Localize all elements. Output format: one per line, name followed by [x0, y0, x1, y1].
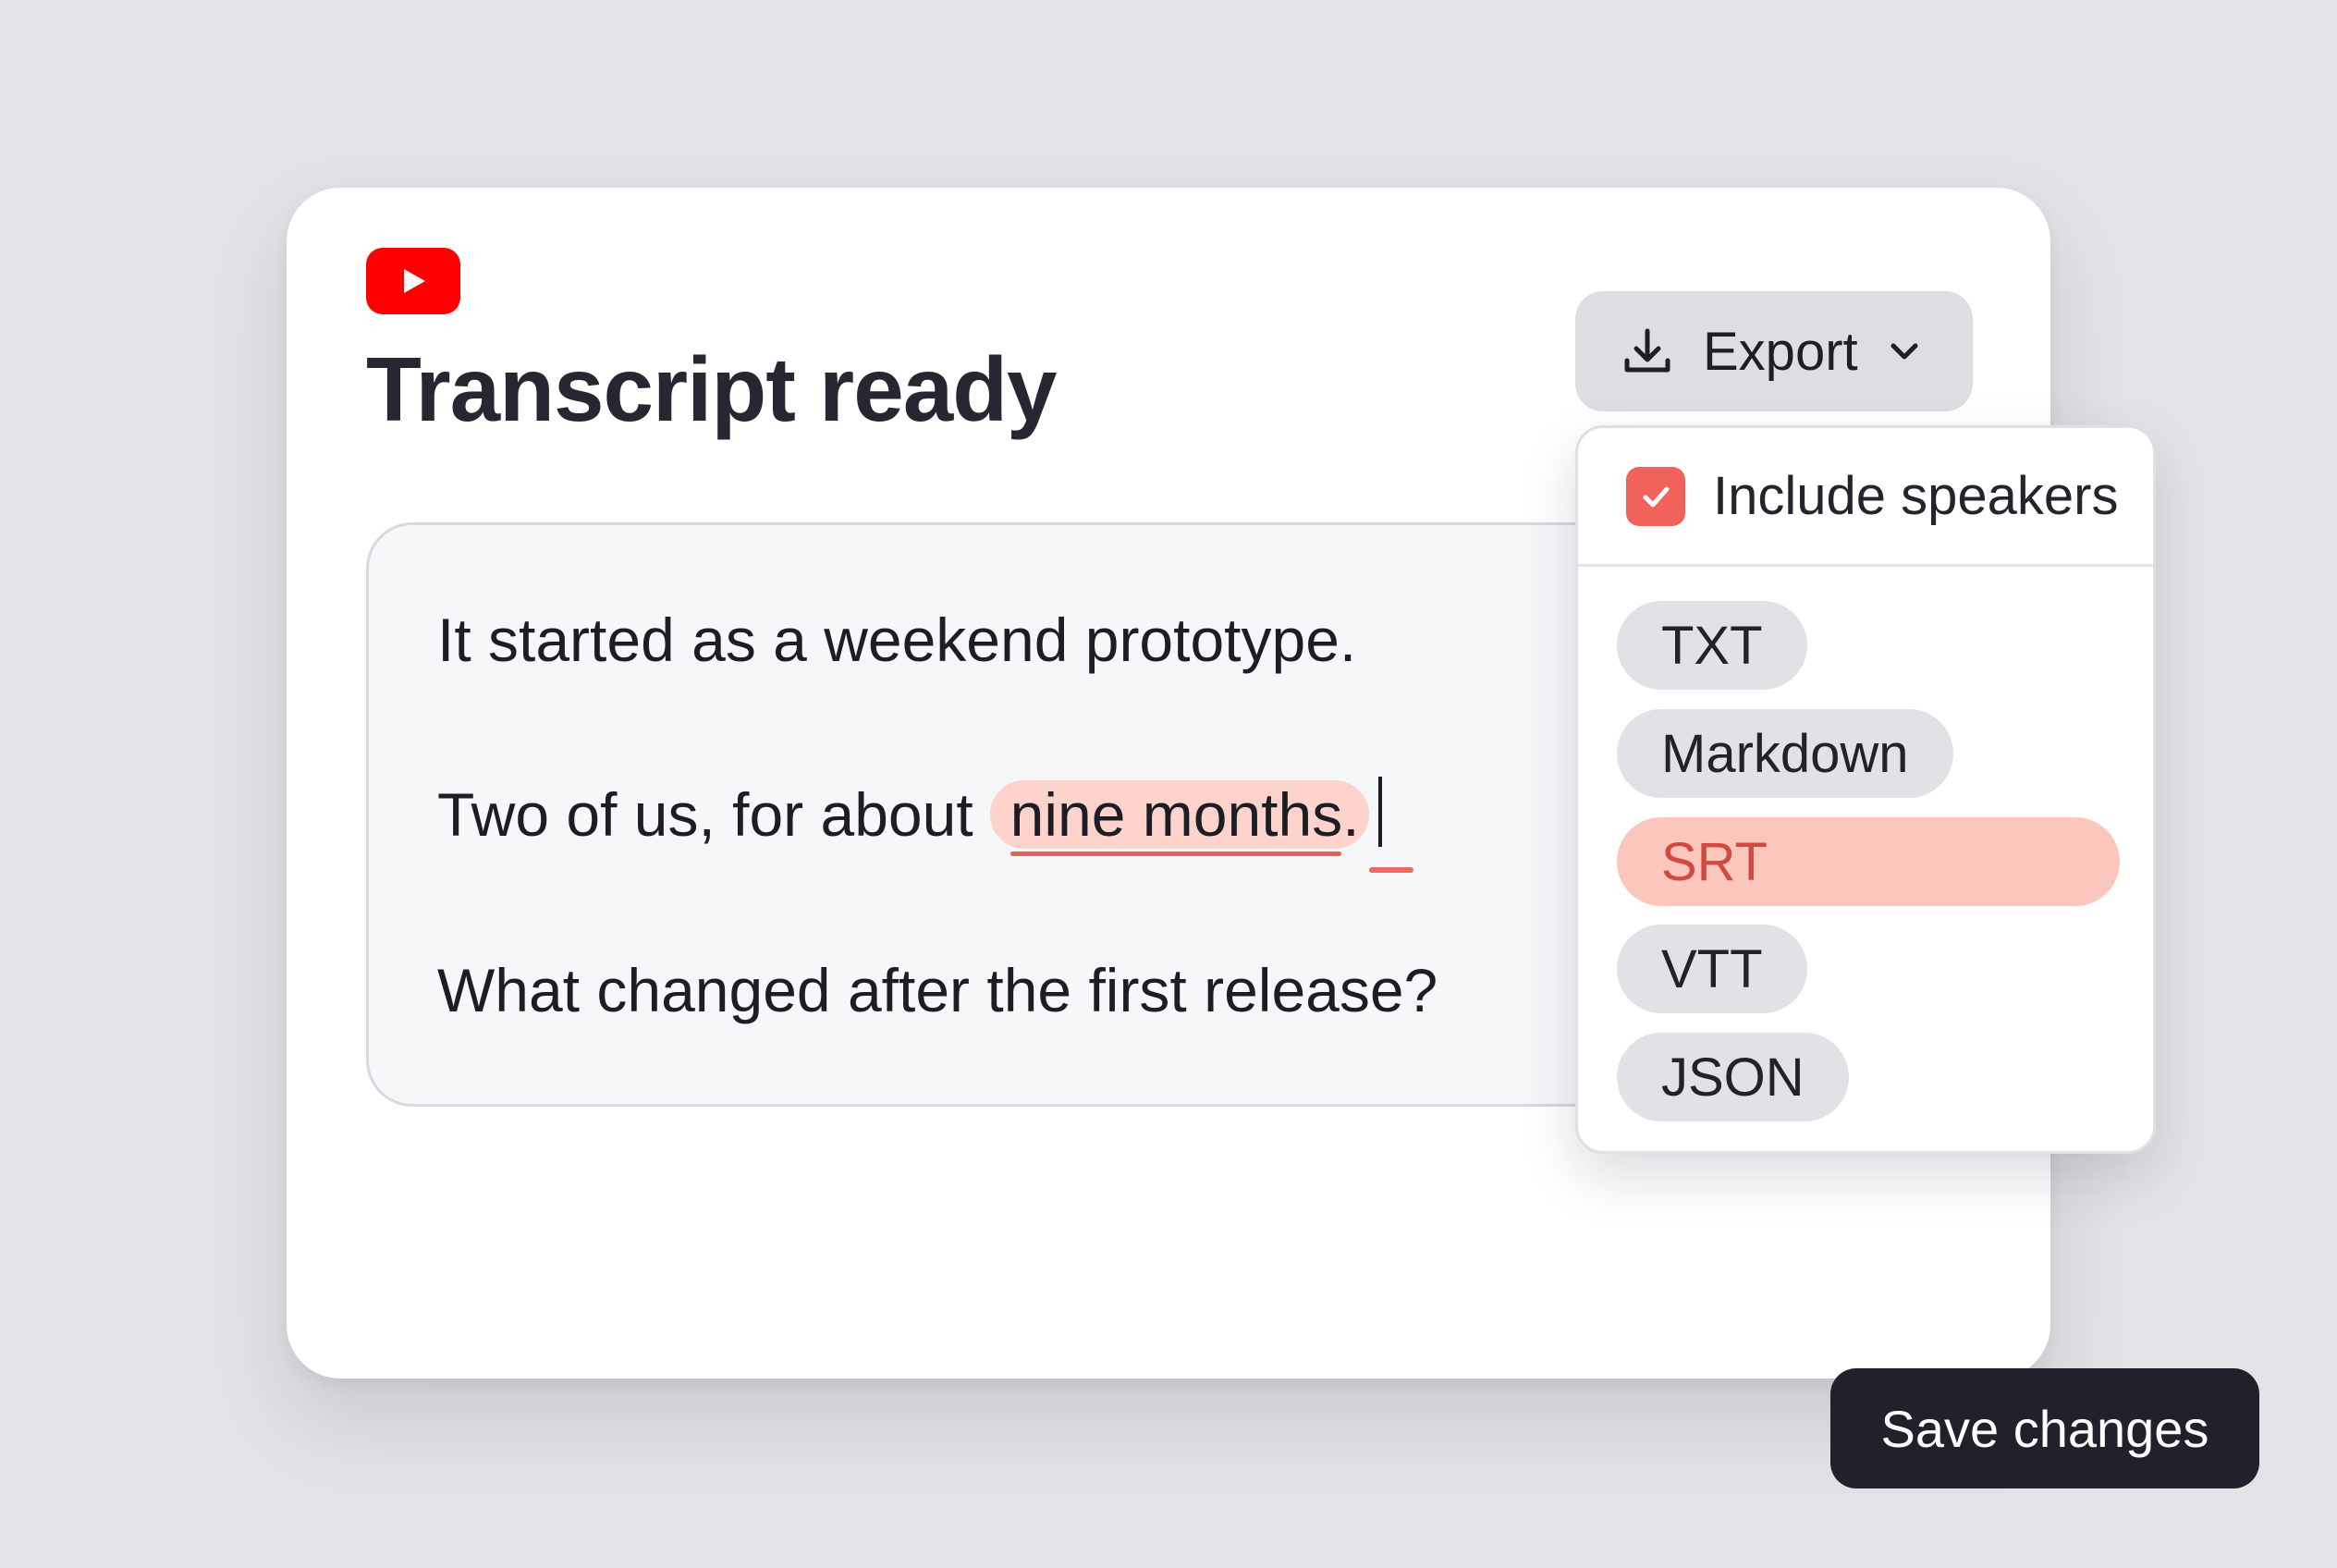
caret-underline: [1368, 867, 1413, 873]
transcript-line[interactable]: What changed after the first release?: [437, 954, 1438, 1027]
include-speakers-option[interactable]: Include speakers: [1578, 428, 2153, 567]
check-icon: [1643, 486, 1670, 507]
format-option-vtt[interactable]: VTT: [1617, 925, 1807, 1013]
export-dropdown-menu: Include speakers TXT Markdown SRT VTT JS…: [1575, 425, 2156, 1154]
include-speakers-label: Include speakers: [1713, 466, 2119, 526]
highlighted-phrase[interactable]: nine months.: [989, 780, 1369, 856]
format-option-json[interactable]: JSON: [1617, 1033, 1849, 1121]
chevron-down-icon: [1890, 343, 1918, 360]
format-option-txt[interactable]: TXT: [1617, 601, 1807, 690]
text-caret: [1368, 777, 1413, 873]
transcript-line[interactable]: Two of us, for about nine months.: [437, 777, 1413, 873]
format-option-srt[interactable]: SRT: [1617, 817, 2120, 906]
transcript-editor[interactable]: It started as a weekend prototype. Two o…: [366, 522, 1660, 1107]
export-button[interactable]: Export: [1575, 291, 1973, 411]
highlighted-phrase-text: nine months.: [1009, 780, 1360, 849]
save-changes-button[interactable]: Save changes: [1830, 1368, 2259, 1488]
download-icon: [1624, 328, 1670, 373]
transcript-text: Two of us, for about: [437, 780, 973, 849]
transcript-line[interactable]: It started as a weekend prototype.: [437, 604, 1356, 677]
export-label: Export: [1703, 321, 1858, 382]
page-title: Transcript ready: [366, 338, 1058, 440]
youtube-logo-icon: [366, 248, 460, 314]
include-speakers-checkbox[interactable]: [1626, 466, 1685, 526]
spelling-underline: [1009, 851, 1341, 856]
format-option-markdown[interactable]: Markdown: [1617, 709, 1953, 798]
